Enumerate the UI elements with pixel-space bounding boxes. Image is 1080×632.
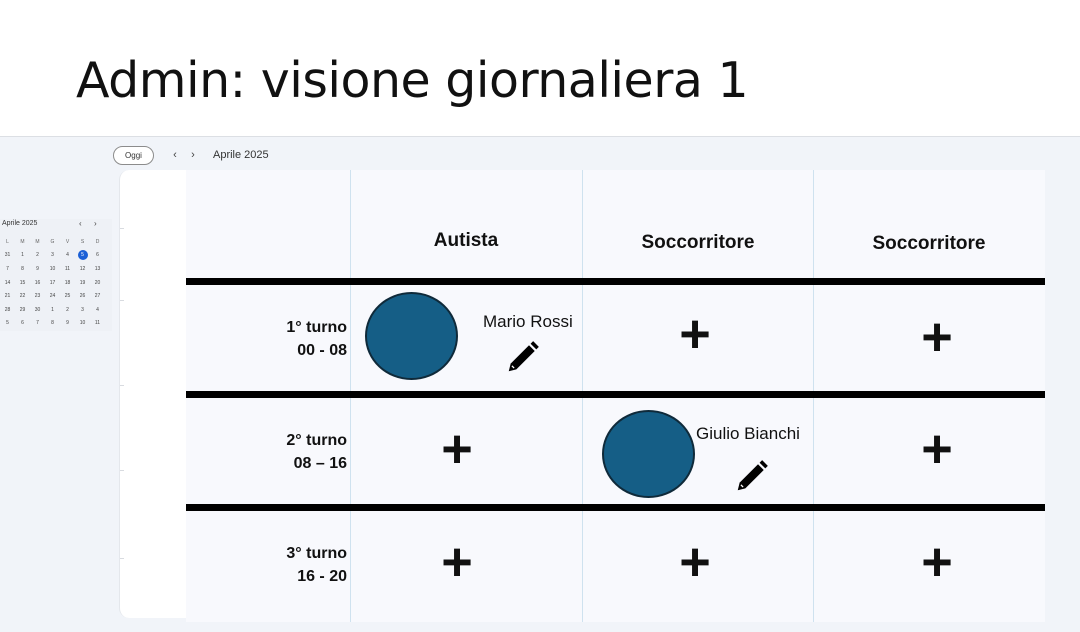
avatar[interactable] [365, 292, 458, 380]
shift-label-1: 1° turno 00 - 08 [286, 316, 347, 362]
mini-calendar-day[interactable]: 14 [0, 276, 15, 290]
mini-calendar-day[interactable]: 21 [0, 289, 15, 303]
mini-calendar-day[interactable]: 8 [45, 317, 60, 331]
add-assignment-button[interactable]: + [675, 307, 715, 361]
column-header-autista: Autista [433, 230, 499, 251]
pencil-icon[interactable] [504, 338, 542, 376]
weekday-label: L [6, 238, 9, 245]
mini-calendar-day[interactable]: 30 [30, 303, 45, 317]
shift-hours: 16 - 20 [297, 568, 347, 585]
avatar[interactable] [602, 410, 695, 498]
mini-calendar-month: Aprile 2025 [2, 220, 38, 227]
gutter-tick [120, 300, 124, 301]
time-gutter [119, 170, 189, 618]
mini-calendar-day[interactable]: 25 [60, 289, 75, 303]
gutter-tick [120, 228, 124, 229]
row-divider [186, 278, 1045, 285]
column-header-soccorritore-2: Soccorritore [872, 233, 986, 254]
today-button[interactable]: Oggi [113, 145, 154, 165]
add-assignment-button[interactable]: + [917, 310, 957, 364]
add-assignment-button[interactable]: + [917, 535, 957, 589]
mini-calendar-day[interactable]: 3 [45, 249, 60, 263]
mini-calendar-day[interactable]: 28 [0, 303, 15, 317]
assigned-person-name: Mario Rossi [483, 312, 573, 331]
add-assignment-button[interactable]: + [437, 535, 477, 589]
mini-calendar-day[interactable]: 13 [90, 262, 105, 276]
mini-calendar-day[interactable]: 11 [90, 317, 105, 331]
weekday-label: D [95, 238, 100, 245]
shift-label-2: 2° turno 08 – 16 [286, 429, 347, 475]
next-chevron-icon[interactable]: › [185, 149, 201, 161]
mini-calendar-day[interactable]: 24 [45, 289, 60, 303]
gutter-tick [120, 470, 124, 471]
mini-calendar-day[interactable]: 18 [60, 276, 75, 290]
mini-calendar-day[interactable]: 9 [60, 317, 75, 331]
mini-calendar-day[interactable]: 16 [30, 276, 45, 290]
mini-calendar-day[interactable]: 10 [75, 317, 90, 331]
current-month-label: Aprile 2025 [213, 149, 269, 161]
mini-calendar-day[interactable]: 4 [90, 303, 105, 317]
mini-calendar-day[interactable]: 29 [15, 303, 30, 317]
gutter-tick [120, 558, 124, 559]
row-divider [186, 504, 1045, 511]
gutter-tick [120, 385, 124, 386]
mini-calendar-next-icon[interactable]: › [94, 219, 97, 228]
calendar-toolbar: Oggi ‹ › Aprile 2025 [113, 145, 269, 165]
mini-calendar-day[interactable]: 17 [45, 276, 60, 290]
mini-calendar-day[interactable]: 19 [75, 276, 90, 290]
shift-name: 1° turno [286, 319, 347, 336]
mini-calendar-day[interactable]: 11 [60, 262, 75, 276]
mini-calendar-day[interactable]: 15 [15, 276, 30, 290]
weekday-label: V [65, 238, 70, 245]
weekday-label: M [35, 238, 40, 245]
mini-calendar-day[interactable]: 3 [75, 303, 90, 317]
mini-calendar-day[interactable]: 2 [60, 303, 75, 317]
mini-calendar-day[interactable]: 5 [75, 249, 90, 263]
mini-calendar-day[interactable]: 10 [45, 262, 60, 276]
mini-calendar-day[interactable]: 12 [75, 262, 90, 276]
mini-calendar-day[interactable]: 22 [15, 289, 30, 303]
mini-calendar-day[interactable]: 7 [0, 262, 15, 276]
shift-hours: 08 – 16 [293, 455, 347, 472]
row-divider [186, 391, 1045, 398]
shift-label-3: 3° turno 16 - 20 [286, 542, 347, 588]
mini-calendar-prev-icon[interactable]: ‹ [79, 219, 82, 228]
shift-name: 2° turno [286, 432, 347, 449]
mini-calendar-day[interactable]: 4 [60, 249, 75, 263]
shift-hours: 00 - 08 [297, 342, 347, 359]
weekday-label: M [20, 238, 25, 245]
pencil-icon[interactable] [733, 457, 771, 495]
mini-calendar-day[interactable]: 5 [0, 317, 15, 331]
mini-calendar-day[interactable]: 6 [15, 317, 30, 331]
selected-day-marker: 5 [77, 250, 88, 261]
mini-calendar-day[interactable]: 23 [30, 289, 45, 303]
mini-calendar-day[interactable]: 1 [15, 249, 30, 263]
mini-calendar-day[interactable]: 2 [30, 249, 45, 263]
add-assignment-button[interactable]: + [675, 535, 715, 589]
mini-calendar-day[interactable]: 26 [75, 289, 90, 303]
add-assignment-button[interactable]: + [437, 422, 477, 476]
mini-calendar: Aprile 2025 ‹ › L M M G V S D 31 1 2 3 4 5 6 7 8 9 10 11 12… [0, 219, 112, 331]
mini-calendar-day[interactable]: 20 [90, 276, 105, 290]
slide-title: Admin: visione giornaliera 1 [76, 52, 749, 109]
assigned-person-name: Giulio Bianchi [696, 424, 800, 443]
slide: Admin: visione giornaliera 1 Oggi ‹ › Ap… [0, 0, 1080, 632]
mini-calendar-day[interactable]: 31 [0, 249, 15, 263]
mini-calendar-day[interactable]: 9 [30, 262, 45, 276]
mini-calendar-day[interactable]: 8 [15, 262, 30, 276]
column-header-soccorritore-1: Soccorritore [641, 232, 755, 253]
mini-calendar-day[interactable]: 1 [45, 303, 60, 317]
shift-grid: Autista Soccorritore Soccorritore 1° tur… [186, 170, 1045, 622]
add-assignment-button[interactable]: + [917, 422, 957, 476]
mini-calendar-day[interactable]: 6 [90, 249, 105, 263]
weekday-label: G [50, 238, 55, 245]
shift-name: 3° turno [286, 545, 347, 562]
mini-calendar-day[interactable]: 7 [30, 317, 45, 331]
mini-calendar-grid: L M M G V S D 31 1 2 3 4 5 6 7 8 9 10 11 12 13 14 15 16 17 18 19 20… [0, 235, 105, 330]
calendar-app: Oggi ‹ › Aprile 2025 Aprile 2025 ‹ › L M M… [0, 136, 1080, 632]
weekday-label: S [80, 238, 85, 245]
mini-calendar-day[interactable]: 27 [90, 289, 105, 303]
prev-chevron-icon[interactable]: ‹ [167, 149, 183, 161]
